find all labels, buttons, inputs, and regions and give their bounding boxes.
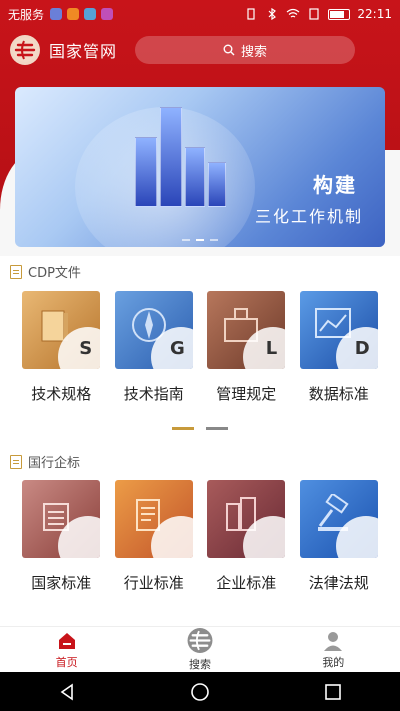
person-icon: [324, 631, 343, 651]
management-rules-image: L: [207, 291, 286, 369]
home-circle-icon[interactable]: [190, 682, 210, 702]
page-indicator-active[interactable]: [172, 427, 194, 430]
tile-label: 数据标准: [308, 385, 369, 403]
enterprise-standard-image: [207, 480, 286, 558]
cdp-grid: S 技术规格 G 技术指南 L 管理规定 D 数据标准: [0, 291, 400, 404]
wifi-icon: [287, 8, 300, 18]
tile-label: 法律法规: [308, 574, 369, 592]
tile-data-standard[interactable]: D 数据标准: [299, 291, 379, 404]
tile-letter: D: [354, 338, 370, 359]
search-label: 搜索: [241, 44, 268, 60]
vibrate-icon: [247, 8, 256, 20]
search-bar[interactable]: 搜索: [135, 36, 356, 64]
banner-graphic-bar: [185, 147, 205, 207]
search-logo-icon: [187, 628, 213, 653]
carrier-text: 无服务: [8, 7, 45, 22]
tab-mine[interactable]: 我的: [267, 627, 400, 672]
tab-home-label: 首页: [55, 655, 78, 669]
home-icon: [58, 632, 75, 649]
industry-standard-image: [114, 480, 193, 558]
section-header-standards: 国行企标: [10, 452, 80, 471]
battery-icon: [328, 8, 351, 20]
document-icon: [10, 264, 22, 279]
system-navigation-bar: [0, 672, 400, 711]
status-bar: 无服务 22:11: [0, 0, 400, 28]
tile-label: 管理规定: [216, 385, 277, 403]
app-screen: 无服务 22:11 国家管网 搜索 构建 三化工作机制 CDP文件 S 技术规格…: [0, 0, 400, 711]
tile-management-rules[interactable]: L 管理规定: [206, 291, 286, 404]
search-icon: [223, 44, 235, 56]
document-icon: [10, 454, 22, 469]
tile-letter: G: [169, 338, 185, 359]
notification-app-icon: [84, 8, 97, 20]
clock-text: 22:11: [357, 7, 392, 21]
banner-headline: 构建: [313, 173, 357, 197]
bluetooth-icon: [268, 8, 277, 20]
tile-tech-spec[interactable]: S 技术规格: [21, 291, 101, 404]
tab-search[interactable]: 搜索: [133, 627, 266, 672]
app-logo-icon: [10, 35, 40, 65]
tile-label: 技术规格: [31, 385, 92, 403]
banner-graphic-bar: [208, 162, 226, 207]
tab-mine-label: 我的: [322, 655, 345, 669]
tile-national-standard[interactable]: 国家标准: [21, 480, 101, 593]
banner-page-indicator: [15, 239, 385, 241]
tile-enterprise-standard[interactable]: 企业标准: [206, 480, 286, 593]
tile-letter: S: [79, 338, 93, 359]
notification-app-icon: [67, 8, 80, 20]
section-header-cdp: CDP文件: [10, 262, 81, 281]
bottom-tab-bar: 首页 搜索 我的: [0, 626, 400, 672]
notification-app-icon: [50, 8, 63, 20]
section-title: CDP文件: [28, 266, 81, 281]
tab-search-label: 搜索: [188, 658, 211, 671]
recents-icon[interactable]: [323, 682, 343, 702]
status-icons: 22:11: [244, 7, 392, 21]
banner-dot[interactable]: [210, 239, 218, 241]
banner-carousel[interactable]: 构建 三化工作机制: [15, 87, 385, 247]
banner-graphic-bar: [160, 107, 182, 207]
data-standard-image: D: [299, 291, 378, 369]
app-title: 国家管网: [49, 42, 118, 61]
back-icon[interactable]: [57, 682, 77, 702]
laws-regulations-image: [299, 480, 378, 558]
banner-dot[interactable]: [182, 239, 190, 241]
tile-tech-guide[interactable]: G 技术指南: [114, 291, 194, 404]
tab-home[interactable]: 首页: [0, 627, 133, 672]
tile-label: 行业标准: [123, 574, 184, 592]
tile-label: 国家标准: [31, 574, 92, 592]
tile-label: 技术指南: [123, 385, 184, 403]
tech-spec-image: S: [22, 291, 101, 369]
sim-icon: [309, 8, 320, 20]
top-bar: 国家管网 搜索: [0, 30, 400, 70]
standards-grid: 国家标准 行业标准 企业标准 法律法规: [0, 480, 400, 593]
banner-graphic-bar: [135, 137, 157, 207]
tile-letter: L: [265, 338, 278, 359]
banner-subline: 三化工作机制: [254, 207, 363, 226]
page-indicator[interactable]: [206, 427, 228, 430]
section-title: 国行企标: [28, 456, 81, 471]
notification-app-icon: [101, 8, 114, 20]
banner-dot-active[interactable]: [196, 239, 204, 241]
tech-guide-image: G: [114, 291, 193, 369]
cdp-page-indicator: [0, 427, 400, 430]
tile-industry-standard[interactable]: 行业标准: [114, 480, 194, 593]
tile-laws-regulations[interactable]: 法律法规: [299, 480, 379, 593]
national-standard-image: [22, 480, 101, 558]
tile-label: 企业标准: [216, 574, 277, 592]
